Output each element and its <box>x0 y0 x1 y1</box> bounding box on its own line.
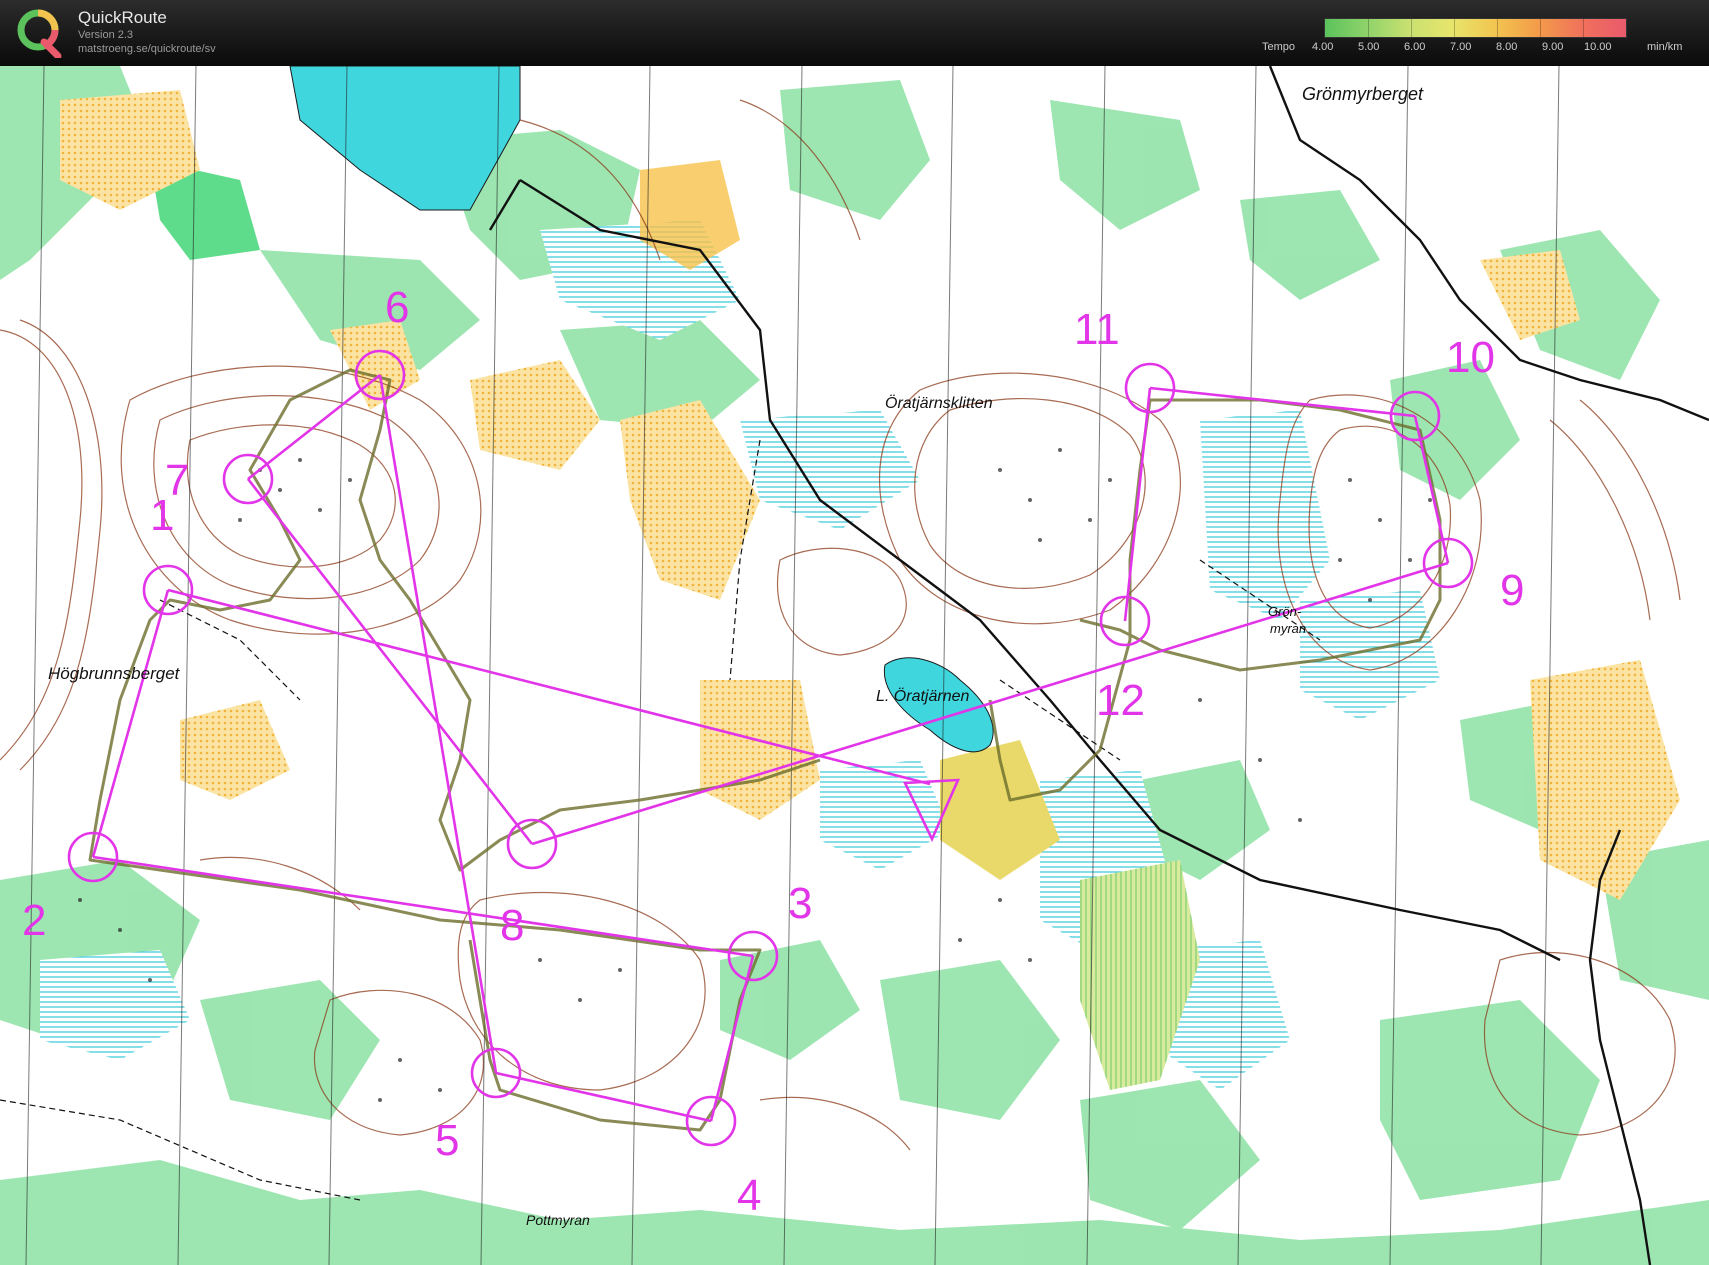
legend-label: 5.00 <box>1358 41 1380 53</box>
quickroute-logo-icon <box>17 9 62 58</box>
legend-unit: min/km <box>1647 41 1683 53</box>
place-name-pottmyran: Pottmyran <box>526 1212 590 1228</box>
control-number-2: 2 <box>22 896 46 945</box>
app-name: QuickRoute <box>78 8 167 27</box>
place-name-l-oratjarnen: L. Öratjärnen <box>876 687 969 705</box>
control-number-10: 10 <box>1446 333 1495 382</box>
legend-label: 8.00 <box>1496 41 1518 53</box>
place-name-gron: Grön- <box>1268 604 1302 619</box>
place-name-oratjarnsklitten: Öratjärnsklitten <box>885 394 993 412</box>
place-name-myran: myran <box>1270 621 1306 636</box>
app-url: matstroeng.se/quickroute/sv <box>78 43 216 55</box>
legend-title: Tempo <box>1262 41 1296 53</box>
control-number-4: 4 <box>737 1171 761 1220</box>
control-number-3: 3 <box>788 879 812 928</box>
legend-label: 10.00 <box>1584 41 1612 53</box>
control-number-5: 5 <box>435 1116 459 1165</box>
orienteering-map[interactable]: 1 2 3 4 5 6 7 8 9 10 11 12 Grönmyrberget… <box>0 66 1709 1265</box>
legend-label: 6.00 <box>1404 41 1426 53</box>
place-name-hogbrunnsberget: Högbrunnsberget <box>48 664 181 683</box>
control-number-9: 9 <box>1500 566 1524 615</box>
legend-label: 4.00 <box>1312 41 1334 53</box>
control-number-7: 7 <box>165 456 189 505</box>
legend-label: 7.00 <box>1450 41 1472 53</box>
app-version: Version 2.3 <box>78 29 134 41</box>
control-number-11: 11 <box>1074 305 1120 354</box>
legend-label: 9.00 <box>1542 41 1564 53</box>
app-header: QuickRoute Version 2.3 matstroeng.se/qui… <box>0 0 1709 66</box>
place-name-gronmyrberget: Grönmyrberget <box>1302 84 1424 104</box>
tempo-color-scale <box>1324 18 1627 38</box>
tempo-legend: Tempo 4.00 5.00 6.00 7.00 8.00 9.00 10.0… <box>1262 14 1702 58</box>
control-number-12: 12 <box>1096 676 1145 725</box>
control-number-6: 6 <box>385 283 409 332</box>
control-number-8: 8 <box>500 901 524 950</box>
